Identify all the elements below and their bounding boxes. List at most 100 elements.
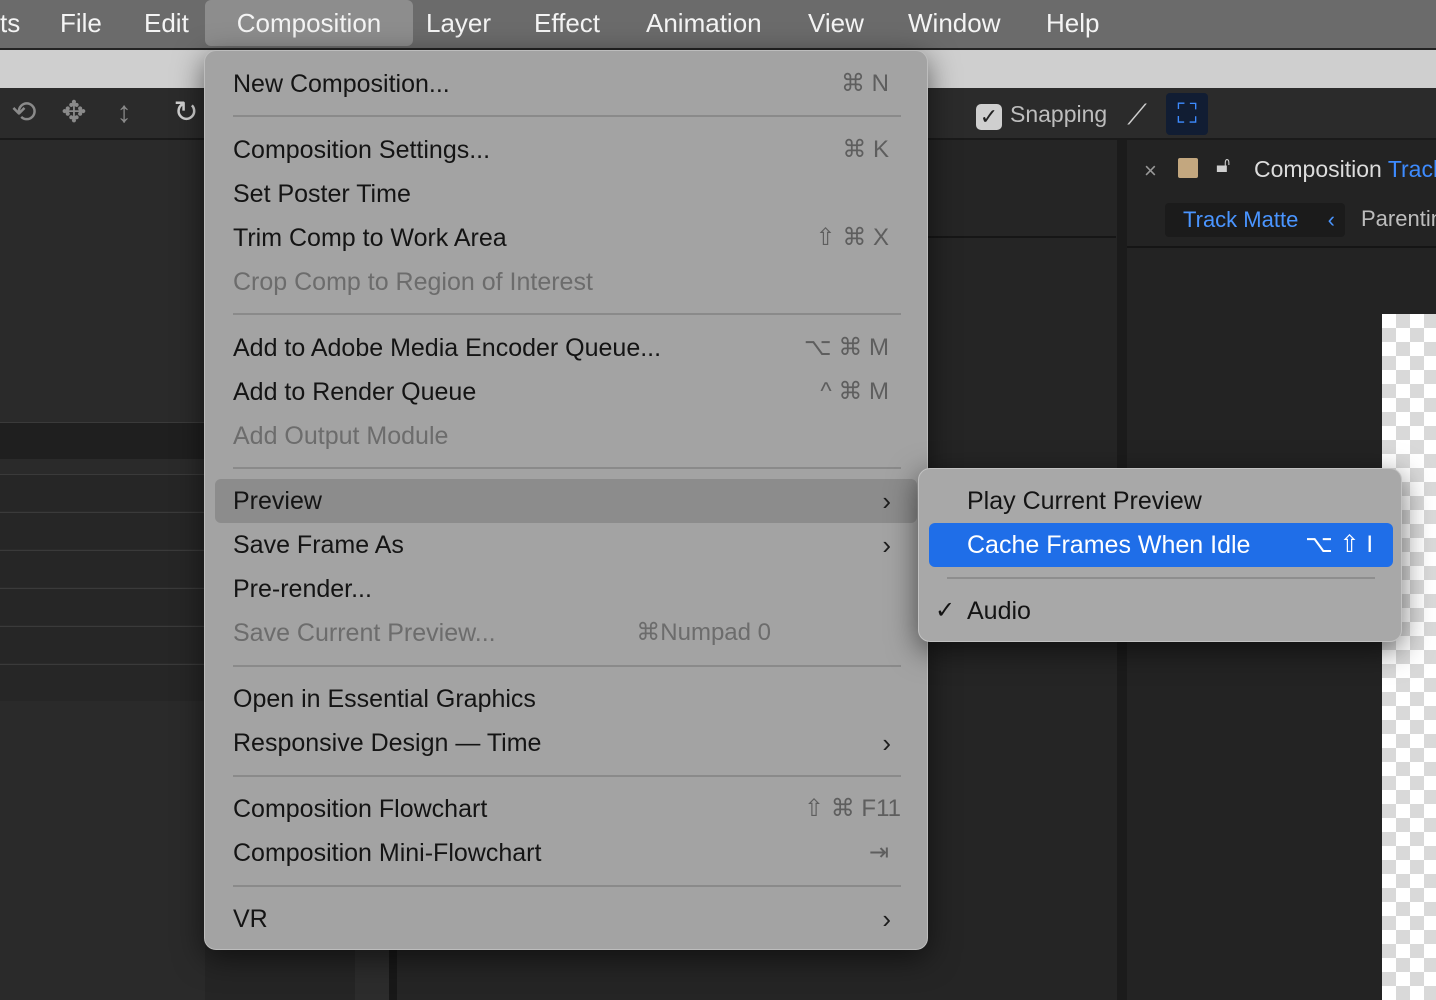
menu-separator <box>233 885 901 887</box>
close-tab-icon[interactable]: × <box>1144 158 1157 184</box>
menu-effects-partial[interactable]: ts <box>0 0 20 48</box>
item-label: Play Current Preview <box>967 487 1202 515</box>
tab-prefix: Composition <box>1254 156 1382 182</box>
item-label: Composition Mini-Flowchart <box>233 839 542 867</box>
item-shortcut: ⇧ ⌘ F11 <box>803 795 901 822</box>
label-color-swatch[interactable] <box>1178 158 1198 178</box>
item-label: Add to Adobe Media Encoder Queue... <box>233 334 662 362</box>
menu-separator <box>947 577 1375 579</box>
layer-row[interactable] <box>0 626 205 663</box>
menu-item-open-essential-graphics[interactable]: Open in Essential Graphics <box>215 677 917 721</box>
item-label: Set Poster Time <box>233 180 411 208</box>
submenu-arrow-icon: › <box>882 486 891 516</box>
checkmark-icon: ✓ <box>935 597 956 624</box>
item-shortcut: ⌘ N <box>841 70 889 97</box>
item-label: Preview <box>233 487 322 515</box>
menu-item-add-output-module: Add Output Module <box>215 414 917 458</box>
menu-item-add-to-ame-queue[interactable]: Add to Adobe Media Encoder Queue... ⌥ ⌘ … <box>215 326 917 370</box>
menu-item-composition-mini-flowchart[interactable]: Composition Mini-Flowchart ⇥ <box>215 831 917 875</box>
tab-underline <box>1127 246 1436 248</box>
transparency-grid <box>1382 314 1436 1000</box>
left-panel <box>0 140 205 1000</box>
submenu-item-cache-frames-when-idle[interactable]: Cache Frames When Idle ⌥ ⇧ I <box>929 523 1393 567</box>
menu-edit[interactable]: Edit <box>144 0 189 48</box>
preview-submenu: Play Current Preview Cache Frames When I… <box>918 468 1402 642</box>
layer-row[interactable] <box>0 512 205 549</box>
item-label: Pre-render... <box>233 575 372 603</box>
menu-separator <box>233 115 901 117</box>
menu-bar: ts File Edit Composition Layer Effect An… <box>0 0 1436 48</box>
menu-file[interactable]: File <box>60 0 102 48</box>
item-label: Add Output Module <box>233 422 449 450</box>
item-shortcut: ⌥ ⌘ M <box>804 334 889 361</box>
menu-item-trim-comp[interactable]: Trim Comp to Work Area ⇧ ⌘ X <box>215 216 917 260</box>
panel-divider <box>928 236 1116 238</box>
menu-separator <box>233 775 901 777</box>
menu-item-pre-render[interactable]: Pre-render... <box>215 567 917 611</box>
menu-item-set-poster-time[interactable]: Set Poster Time <box>215 172 917 216</box>
item-label: Save Frame As <box>233 531 404 559</box>
menu-separator <box>233 313 901 315</box>
item-label: Save Current Preview... <box>233 619 496 647</box>
item-label: Responsive Design — Time <box>233 729 542 757</box>
layer-row[interactable] <box>0 588 205 625</box>
item-shortcut: ⇥ <box>868 839 889 866</box>
menu-composition[interactable]: Composition <box>205 0 413 46</box>
layer-row[interactable] <box>0 474 205 511</box>
item-label: Cache Frames When Idle <box>967 531 1251 559</box>
timeline-tab-title[interactable]: Composition Track <box>1254 156 1436 183</box>
chevron-left-icon[interactable]: ‹ <box>1328 203 1335 237</box>
layer-row[interactable] <box>0 550 205 587</box>
item-label: Add to Render Queue <box>233 378 477 406</box>
item-label: Composition Settings... <box>233 136 491 164</box>
dolly-camera-icon[interactable]: ↕ <box>106 96 142 130</box>
menu-item-preview[interactable]: Preview › <box>215 479 917 523</box>
item-label: Crop Comp to Region of Interest <box>233 268 593 296</box>
menu-item-composition-settings[interactable]: Composition Settings... ⌘ K <box>215 128 917 172</box>
item-shortcut: ⌥ ⇧ I <box>1305 531 1373 558</box>
submenu-arrow-icon: › <box>882 530 891 560</box>
track-matte-column-tab[interactable]: Track Matte ‹ <box>1165 203 1345 237</box>
region-of-interest-icon[interactable]: ⛶ <box>1166 93 1208 135</box>
composition-dropdown-menu: New Composition... ⌘ N Composition Setti… <box>204 50 928 950</box>
menu-window[interactable]: Window <box>908 0 1000 48</box>
menu-separator <box>233 665 901 667</box>
panel-header-bar <box>0 422 205 459</box>
item-label: New Composition... <box>233 70 450 98</box>
pan-camera-icon[interactable]: ✥ <box>56 96 92 130</box>
menu-item-crop-comp: Crop Comp to Region of Interest <box>215 260 917 304</box>
menu-layer[interactable]: Layer <box>426 0 491 48</box>
orbit-camera-icon[interactable]: ⟲ <box>6 96 42 130</box>
item-label: VR <box>233 905 268 933</box>
item-shortcut: ^ ⌘ M <box>820 378 889 405</box>
snapping-checkbox[interactable]: ✓ <box>976 104 1002 130</box>
layer-row[interactable] <box>0 664 205 701</box>
item-shortcut: ⌘ K <box>842 136 889 163</box>
rotate-tool-icon[interactable]: ↻ <box>168 96 204 130</box>
item-label: Audio <box>967 597 1031 625</box>
snapping-options-icon[interactable]: ⟋ <box>1120 98 1154 132</box>
submenu-item-play-current-preview[interactable]: Play Current Preview <box>929 479 1393 523</box>
submenu-item-audio[interactable]: ✓ Audio <box>929 589 1393 633</box>
lock-icon[interactable]: 🔓︎ <box>1216 152 1230 178</box>
tab-comp-name: Track <box>1387 156 1436 182</box>
menu-item-composition-flowchart[interactable]: Composition Flowchart ⇧ ⌘ F11 <box>215 787 917 831</box>
menu-separator <box>233 467 901 469</box>
submenu-arrow-icon: › <box>882 904 891 934</box>
menu-help[interactable]: Help <box>1046 0 1099 48</box>
menu-effect[interactable]: Effect <box>534 0 600 48</box>
snapping-label: Snapping <box>1010 101 1108 127</box>
menu-item-responsive-design-time[interactable]: Responsive Design — Time › <box>215 721 917 765</box>
menu-item-save-current-preview: Save Current Preview... ⌘Numpad 0 <box>215 611 917 655</box>
menu-item-add-to-render-queue[interactable]: Add to Render Queue ^ ⌘ M <box>215 370 917 414</box>
menu-view[interactable]: View <box>808 0 864 48</box>
menu-item-new-composition[interactable]: New Composition... ⌘ N <box>215 62 917 106</box>
item-shortcut: ⌘Numpad 0 <box>636 619 771 646</box>
menu-item-vr[interactable]: VR › <box>215 897 917 941</box>
submenu-arrow-icon: › <box>882 728 891 758</box>
item-label: Trim Comp to Work Area <box>233 224 507 252</box>
menu-animation[interactable]: Animation <box>646 0 762 48</box>
track-matte-label: Track Matte <box>1183 207 1299 232</box>
menu-item-save-frame-as[interactable]: Save Frame As › <box>215 523 917 567</box>
parenting-column-tab[interactable]: Parentin <box>1361 206 1436 232</box>
